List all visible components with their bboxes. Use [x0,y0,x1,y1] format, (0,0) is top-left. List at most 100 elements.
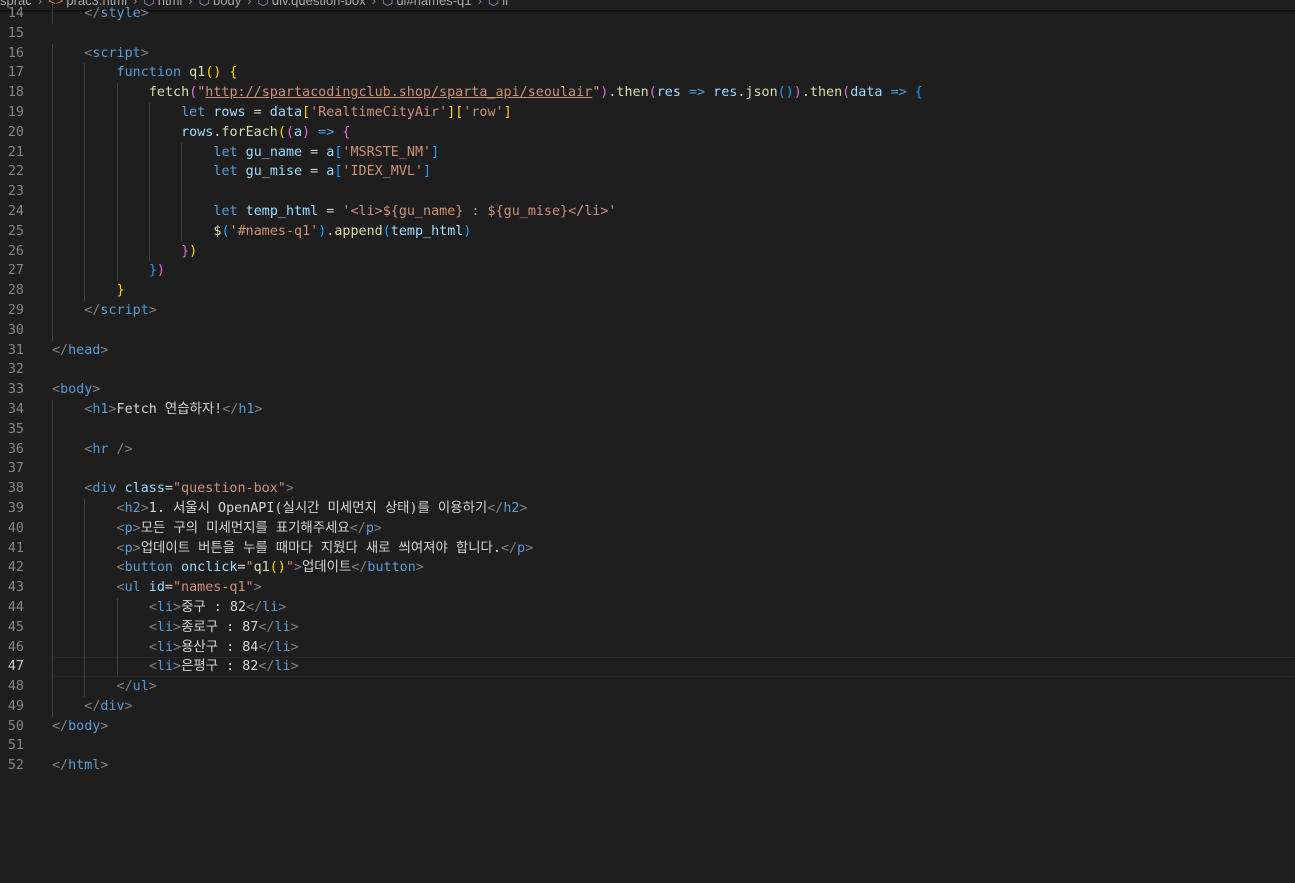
indent-guide [148,162,150,183]
code-token: temp_html [245,203,319,219]
code-line[interactable]: 35 [0,419,1295,440]
code-line[interactable]: 49 </div> [0,696,1295,717]
code-line[interactable]: 32 [0,360,1295,380]
line-number: 41 [7,540,24,556]
code-line[interactable]: 24 let temp_html = '<li>${gu_name} : ${gu… [0,201,1295,222]
indent-guide [52,498,53,519]
code-line[interactable]: 48 </ul> [0,677,1295,697]
code-token: </ [258,619,275,635]
line-number: 50 [7,718,24,734]
code-line[interactable]: 45 <li>종로구 : 87</li> [0,617,1295,638]
code-line[interactable]: 31 </head> [0,341,1295,361]
code-line[interactable]: 15 [0,24,1295,44]
code-content: </body> [52,717,108,737]
code-line[interactable]: 34 <h1>Fetch 연습하자!</h1> [0,399,1295,420]
code-line[interactable]: 16 <script> [0,43,1295,64]
code-token: rows [181,124,214,140]
code-line[interactable]: 52 </html> [0,756,1295,776]
indent-guide [52,300,53,321]
code-line[interactable]: 19 let rows = data['RealtimeCityAir']['ro… [0,102,1295,123]
line-number: 15 [7,25,24,41]
line-number: 27 [7,263,24,279]
code-token: ] [423,164,432,180]
code-line[interactable]: 38 <div class="question-box"> [0,479,1295,499]
code-content: function q1() { [117,63,238,83]
code-line[interactable]: 42 <button onclick="q1()">업데이트</button> [0,558,1295,579]
code-line[interactable]: 27}) [0,261,1295,282]
code-line[interactable]: 40 <p>모든 구의 미세먼지를 표기해주세요</p> [0,518,1295,539]
line-number: 22 [7,164,24,180]
code-line[interactable]: 18 fetch("http://spartacodingclub.shop/sp… [0,83,1295,103]
code-token: " [285,560,294,576]
code-line[interactable]: 25 $('#names-q1').append(temp_html) [0,221,1295,242]
indent-guide [52,43,53,64]
code-token: { [229,65,238,81]
code-token: fetch [148,85,190,101]
code-content: } [117,281,125,301]
indent-guide [52,162,53,183]
code-token: id [148,580,165,596]
line-number: 49 [7,698,24,714]
code-line[interactable]: 28} [0,281,1295,301]
code-line[interactable]: 26}) [0,241,1295,262]
code-token: body [60,382,93,398]
indent-guide [52,122,53,143]
code-token: data [850,85,883,101]
code-line[interactable]: 17 function q1() { [0,63,1295,84]
code-token: > [293,560,302,576]
indent-guide [52,83,53,103]
code-token: q1 [253,560,270,576]
code-line[interactable]: 51 [0,736,1295,756]
indent-guide [52,201,53,222]
code-token: 'RealtimeCityAir' [310,104,448,120]
code-content: <p>업데이트 버튼을 누를 때마다 지웠다 새로 씌여져야 합니다.</p> [117,539,534,559]
indent-guide [116,221,118,242]
line-number: 36 [7,441,24,457]
code-token: ( [777,85,786,101]
code-content: <h1>Fetch 연습하자!</h1> [84,400,262,420]
code-token: > [415,560,424,576]
code-line[interactable]: 44 <li>중구 : 82</li> [0,597,1295,618]
code-line[interactable]: 30 [0,320,1295,341]
code-editor[interactable]: 14 </style> 15 16 <script> 17 function q1() { 1… [0,4,1295,776]
code-line[interactable]: 46 <li>용산구 : 84</li> [0,637,1295,658]
indent-guide [52,399,53,420]
code-line[interactable]: 21 let gu_name = a['MSRSTE_NM'] [0,142,1295,163]
code-line[interactable]: 37 [0,459,1295,480]
code-token: > [148,679,157,695]
code-token: li [274,659,291,675]
code-line[interactable]: 33 <body> [0,380,1295,400]
indent-guide [116,597,118,618]
code-content: }) [181,242,197,262]
code-line[interactable]: 50 </body> [0,717,1295,737]
code-token: data [269,104,303,120]
code-content: </html> [52,756,108,776]
code-line[interactable]: 41 <p>업데이트 버튼을 누를 때마다 지웠다 새로 씌여져야 합니다.</p… [0,538,1295,559]
code-line[interactable]: 39 <h2>1. 서울시 OpenAPI(실시간 미세먼지 상태)를 이용하기<… [0,498,1295,519]
code-line[interactable]: 22 let gu_mise = a['IDEX_MVL'] [0,162,1295,183]
code-token: head [68,342,101,358]
code-line[interactable]: 29 </script> [0,300,1295,321]
code-token: 용산구 : 84 [181,639,259,655]
code-token: ) [156,263,165,279]
code-content: <ul id="names-q1"> [117,578,262,598]
code-line[interactable]: 36 <hr /> [0,439,1295,460]
code-line[interactable]: 14 </style> [0,4,1295,24]
line-number: 39 [7,500,24,516]
code-line[interactable]: 20 rows.forEach((a) => { [0,122,1295,143]
line-number: 40 [7,520,24,536]
code-token: } [148,263,157,279]
code-content: <p>모든 구의 미세먼지를 표기해주세요</p> [117,519,382,539]
code-line[interactable]: 47 <li>은평구 : 82</li> [0,657,1295,678]
indent-guide [116,122,118,143]
indent-guide [84,221,86,242]
code-token: > [173,639,182,655]
indent-guide [52,4,53,24]
code-line[interactable]: 43 <ul id="names-q1"> [0,578,1295,598]
indent-guide [116,261,118,282]
indent-guide [52,241,53,262]
code-line[interactable]: 23 [0,182,1295,202]
indent-guide [52,320,53,341]
